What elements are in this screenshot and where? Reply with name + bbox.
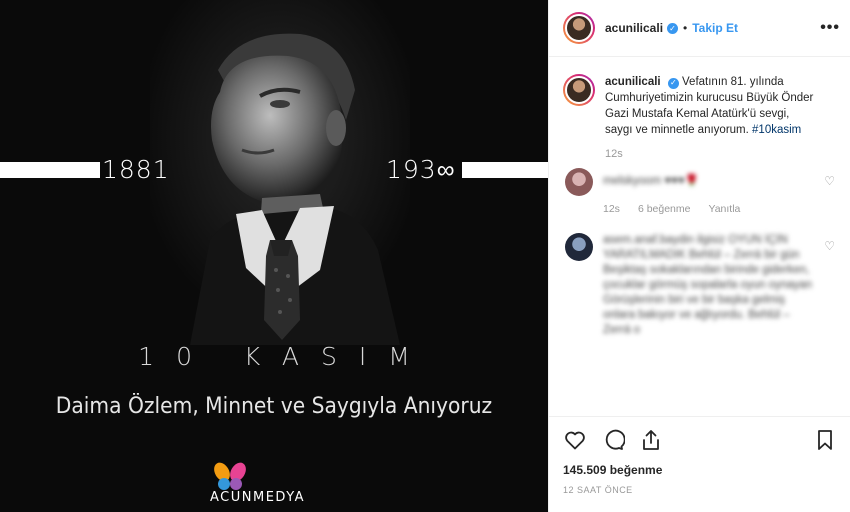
comment-item: asem.anaf.baydin ilgisiz OYUN İÇİN YARAT… (549, 233, 850, 338)
comment-likes[interactable]: 6 beğenme (638, 201, 691, 217)
caption-hashtag[interactable]: #10kasim (752, 124, 801, 136)
separator-dot: • (683, 21, 688, 35)
more-options-icon[interactable]: ••• (820, 19, 840, 37)
reply-button[interactable]: Yanıtla (708, 201, 740, 217)
comment-meta: 12s 6 beğenme Yanıtla (603, 201, 813, 217)
profile-avatar[interactable] (563, 12, 595, 44)
post-image[interactable]: 1881 193∞ 10 KASIM Daima Özlem, Minnet v… (0, 0, 548, 512)
post-timestamp: 12 SAAT ÖNCE (563, 485, 633, 495)
comment-avatar[interactable] (565, 233, 593, 261)
verified-badge-icon: ✓ (667, 77, 679, 89)
like-heart-icon[interactable] (563, 428, 587, 452)
save-bookmark-icon[interactable] (813, 428, 837, 452)
brand-name: ACUNMEDYA (210, 490, 306, 505)
header-username[interactable]: acunilicali (605, 21, 663, 35)
image-title: 10 KASIM (138, 342, 432, 371)
likes-count[interactable]: 145.509 beğenme (563, 463, 837, 477)
comment-text: melskyoom ♥♥♥🌹 (603, 175, 700, 187)
death-year: 193∞ (386, 155, 456, 184)
acunmedya-logo: ACUNMEDYA (210, 460, 350, 508)
share-icon[interactable] (639, 428, 663, 452)
comment-item: melskyoom ♥♥♥🌹 12s 6 beğenme Yanıtla ♡ (549, 168, 850, 217)
comment-avatar[interactable] (565, 168, 593, 196)
birth-year: 1881 (102, 155, 170, 184)
year-bar-right (462, 162, 548, 178)
post-caption: acunilicali ✓ Vefatının 81. yılında Cumh… (549, 58, 850, 138)
year-bar-left (0, 162, 100, 178)
comment-like-icon[interactable]: ♡ (824, 239, 835, 253)
portrait-photo (150, 0, 410, 345)
image-tribute-text: Daima Özlem, Minnet ve Saygıyla Anıyoruz (55, 394, 493, 419)
verified-badge-icon: ✓ (667, 22, 679, 34)
comment-text: asem.anaf.baydin ilgisiz OYUN İÇİN YARAT… (603, 234, 813, 336)
caption-username[interactable]: acunilicali (605, 76, 661, 88)
caption-avatar[interactable] (563, 74, 595, 106)
post-header: acunilicali ✓ • Takip Et ••• (549, 0, 850, 57)
follow-button[interactable]: Takip Et (692, 21, 738, 35)
comment-time: 12s (603, 203, 620, 215)
comments-section[interactable]: acunilicali ✓ Vefatının 81. yılında Cumh… (549, 58, 850, 416)
comment-bubble-icon[interactable] (601, 428, 625, 452)
caption-time: 12s (605, 148, 623, 160)
comment-like-icon[interactable]: ♡ (824, 174, 835, 188)
post-sidebar: acunilicali ✓ • Takip Et ••• acunilicali… (548, 0, 850, 512)
butterfly-logo-icon (214, 462, 246, 490)
action-bar: 145.509 beğenme 12 SAAT ÖNCE (549, 416, 850, 512)
